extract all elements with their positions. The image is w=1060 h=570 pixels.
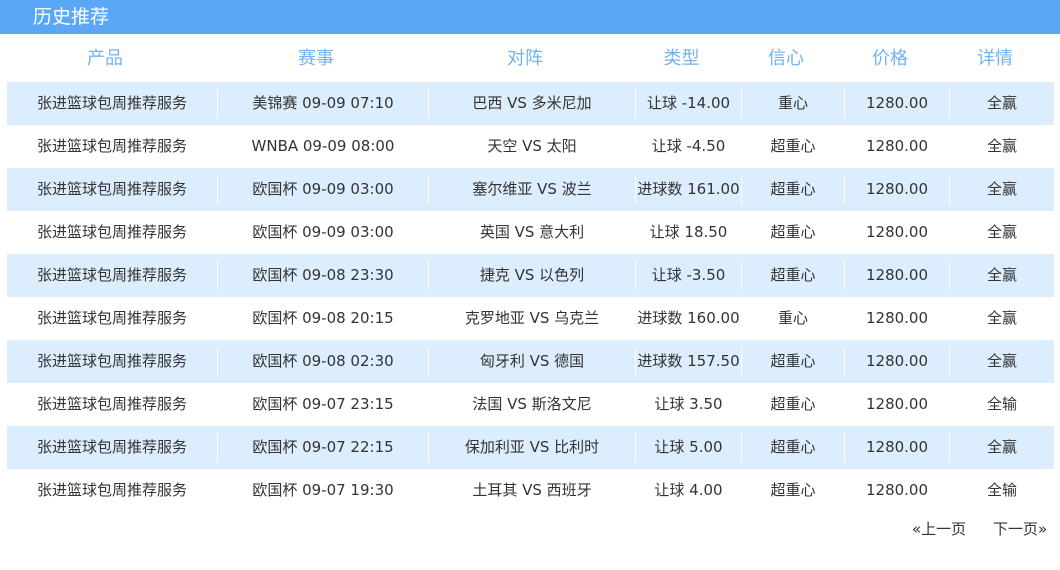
column-header-product: 产品 — [87, 48, 123, 69]
matchup-cell: 土耳其 VS 西班牙 — [472, 481, 592, 499]
product-cell: 张进篮球包周推荐服务 — [36, 395, 187, 413]
table-row: 张进篮球包周推荐服务 欧国杯 09-09 03:00 塞尔维亚 VS 波兰 进球数 1… — [7, 168, 1054, 211]
confidence-cell: 重心 — [777, 309, 808, 327]
type-cell: 让球 3.50 — [654, 395, 723, 413]
event-cell: 欧国杯 09-08 20:15 — [252, 309, 394, 327]
matchup-cell: 保加利亚 VS 比利时 — [464, 438, 600, 456]
table-row: 张进篮球包周推荐服务 美锦赛 09-09 07:10 巴西 VS 多米尼加 让球 -1… — [7, 82, 1054, 125]
history-recommendations-panel: 历史推荐 产品 赛事 对阵 类型 信心 价格 详情 张进篮球包周推荐服务 美锦赛 … — [0, 0, 1060, 570]
event-cell: 欧国杯 09-07 19:30 — [252, 481, 394, 499]
event-cell: 美锦赛 09-09 07:10 — [252, 94, 394, 112]
table-row: 张进篮球包周推荐服务 WNBA 09-09 08:00 天空 VS 太阳 让球 -4.… — [7, 125, 1054, 168]
product-cell: 张进篮球包周推荐服务 — [36, 352, 187, 370]
matchup-cell: 巴西 VS 多米尼加 — [472, 94, 592, 112]
product-cell: 张进篮球包周推荐服务 — [36, 438, 187, 456]
panel-title: 历史推荐 — [33, 6, 110, 28]
price-cell: 1280.00 — [865, 481, 929, 499]
event-cell: 欧国杯 09-07 23:15 — [252, 395, 394, 413]
table-row: 张进篮球包周推荐服务 欧国杯 09-07 22:15 保加利亚 VS 比利时 让球 5… — [7, 426, 1054, 469]
confidence-cell: 超重心 — [770, 438, 816, 456]
confidence-cell: 超重心 — [770, 266, 816, 284]
price-cell: 1280.00 — [865, 180, 929, 198]
table-row: 张进篮球包周推荐服务 欧国杯 09-07 23:15 法国 VS 斯洛文尼 让球 3.… — [7, 383, 1054, 426]
product-cell: 张进篮球包周推荐服务 — [36, 223, 187, 241]
confidence-cell: 超重心 — [770, 352, 816, 370]
type-cell: 进球数 157.50 — [637, 352, 740, 370]
event-cell: 欧国杯 09-07 22:15 — [252, 438, 394, 456]
next-page-link[interactable]: 下一页» — [993, 518, 1047, 540]
price-cell: 1280.00 — [865, 137, 929, 155]
confidence-cell: 超重心 — [770, 137, 816, 155]
type-cell: 进球数 160.00 — [637, 309, 740, 327]
result-cell: 全赢 — [986, 438, 1017, 456]
price-cell: 1280.00 — [865, 266, 929, 284]
product-cell: 张进篮球包周推荐服务 — [36, 137, 187, 155]
result-cell: 全赢 — [986, 94, 1017, 112]
table-header: 产品 赛事 对阵 类型 信心 价格 详情 — [0, 36, 1060, 81]
column-header-details: 详情 — [977, 48, 1013, 69]
column-header-confidence: 信心 — [768, 48, 804, 69]
column-header-matchup: 对阵 — [507, 48, 543, 69]
event-cell: 欧国杯 09-09 03:00 — [252, 180, 394, 198]
price-cell: 1280.00 — [865, 223, 929, 241]
table-row: 张进篮球包周推荐服务 欧国杯 09-08 20:15 克罗地亚 VS 乌克兰 进球数 … — [7, 297, 1054, 340]
table-row: 张进篮球包周推荐服务 欧国杯 09-09 03:00 英国 VS 意大利 让球 18.… — [7, 211, 1054, 254]
price-cell: 1280.00 — [865, 94, 929, 112]
result-cell: 全赢 — [986, 309, 1017, 327]
matchup-cell: 匈牙利 VS 德国 — [479, 352, 585, 370]
table-body: 张进篮球包周推荐服务 美锦赛 09-09 07:10 巴西 VS 多米尼加 让球 -1… — [7, 82, 1054, 512]
type-cell: 让球 5.00 — [654, 438, 723, 456]
product-cell: 张进篮球包周推荐服务 — [36, 266, 187, 284]
result-cell: 全输 — [986, 395, 1017, 413]
type-cell: 让球 -14.00 — [646, 94, 731, 112]
type-cell: 让球 18.50 — [649, 223, 728, 241]
confidence-cell: 重心 — [777, 94, 808, 112]
type-cell: 让球 4.00 — [654, 481, 723, 499]
matchup-cell: 天空 VS 太阳 — [487, 137, 577, 155]
type-cell: 让球 -3.50 — [651, 266, 726, 284]
matchup-cell: 法国 VS 斯洛文尼 — [472, 395, 592, 413]
result-cell: 全赢 — [986, 266, 1017, 284]
price-cell: 1280.00 — [865, 438, 929, 456]
price-cell: 1280.00 — [865, 309, 929, 327]
column-header-price: 价格 — [872, 48, 908, 69]
column-header-event: 赛事 — [298, 48, 334, 69]
result-cell: 全赢 — [986, 352, 1017, 370]
product-cell: 张进篮球包周推荐服务 — [36, 309, 187, 327]
confidence-cell: 超重心 — [770, 481, 816, 499]
table-row: 张进篮球包周推荐服务 欧国杯 09-08 02:30 匈牙利 VS 德国 进球数 15… — [7, 340, 1054, 383]
matchup-cell: 捷克 VS 以色列 — [479, 266, 585, 284]
result-cell: 全赢 — [986, 223, 1017, 241]
matchup-cell: 克罗地亚 VS 乌克兰 — [464, 309, 600, 327]
confidence-cell: 超重心 — [770, 223, 816, 241]
type-cell: 进球数 161.00 — [637, 180, 740, 198]
product-cell: 张进篮球包周推荐服务 — [36, 94, 187, 112]
event-cell: 欧国杯 09-08 23:30 — [252, 266, 394, 284]
result-cell: 全赢 — [986, 137, 1017, 155]
table-row: 张进篮球包周推荐服务 欧国杯 09-08 23:30 捷克 VS 以色列 让球 -3.… — [7, 254, 1054, 297]
column-header-type: 类型 — [663, 48, 700, 69]
title-bar: 历史推荐 — [0, 0, 1060, 34]
result-cell: 全赢 — [986, 180, 1017, 198]
result-cell: 全输 — [986, 481, 1017, 499]
price-cell: 1280.00 — [865, 352, 929, 370]
price-cell: 1280.00 — [865, 395, 929, 413]
matchup-cell: 英国 VS 意大利 — [479, 223, 585, 241]
type-cell: 让球 -4.50 — [651, 137, 726, 155]
table-row: 张进篮球包周推荐服务 欧国杯 09-07 19:30 土耳其 VS 西班牙 让球 4.… — [7, 469, 1054, 512]
event-cell: WNBA 09-09 08:00 — [251, 137, 395, 155]
product-cell: 张进篮球包周推荐服务 — [36, 180, 187, 198]
confidence-cell: 超重心 — [770, 395, 816, 413]
event-cell: 欧国杯 09-08 02:30 — [252, 352, 394, 370]
product-cell: 张进篮球包周推荐服务 — [36, 481, 187, 499]
confidence-cell: 超重心 — [770, 180, 816, 198]
matchup-cell: 塞尔维亚 VS 波兰 — [472, 180, 592, 198]
prev-page-link[interactable]: «上一页 — [912, 518, 966, 540]
event-cell: 欧国杯 09-09 03:00 — [252, 223, 394, 241]
